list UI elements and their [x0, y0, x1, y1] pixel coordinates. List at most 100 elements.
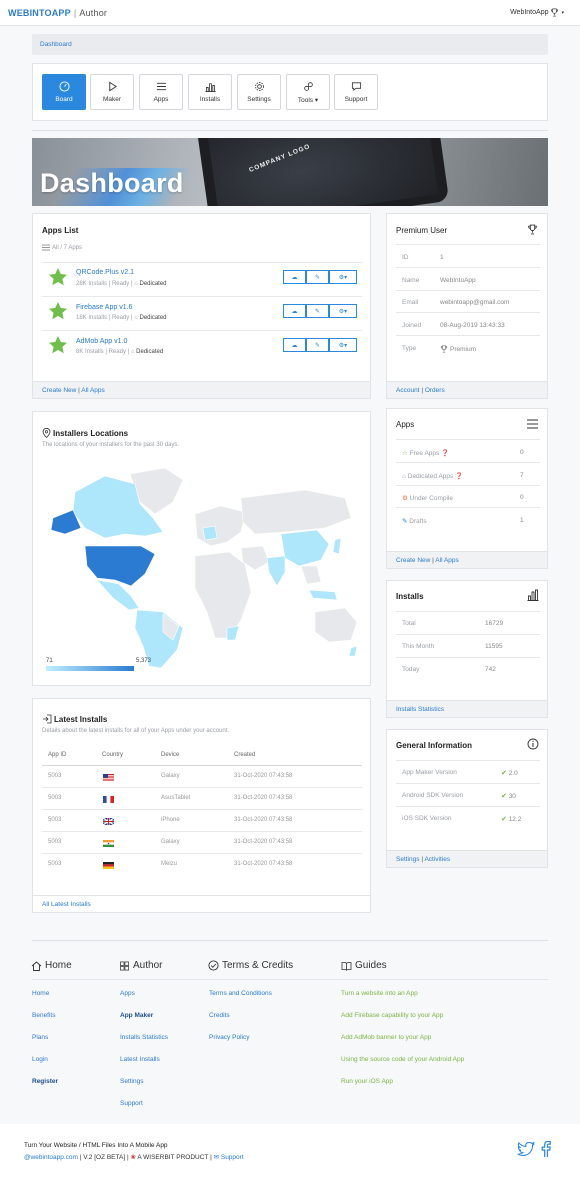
download-button[interactable]: ☁: [283, 270, 306, 284]
nav-maker-label: Maker: [102, 96, 122, 103]
twitter-icon[interactable]: [517, 1142, 535, 1157]
app-name-link[interactable]: Firebase App v1.6: [76, 304, 132, 311]
activities-link[interactable]: Activities: [424, 856, 450, 863]
edit-button[interactable]: ✎: [306, 270, 329, 284]
world-map[interactable]: [45, 462, 363, 670]
all-apps-link[interactable]: All Apps: [435, 557, 459, 564]
all-latest-installs-link[interactable]: All Latest Installs: [42, 901, 91, 908]
footer-link-credits[interactable]: Credits: [209, 1012, 230, 1019]
edit-button[interactable]: ✎: [306, 338, 329, 352]
nav-settings-button[interactable]: Settings: [237, 74, 281, 110]
footer-link-plans[interactable]: Plans: [32, 1034, 48, 1041]
footer-link-benefits[interactable]: Benefits: [32, 1012, 56, 1019]
footer-link-home[interactable]: Home: [32, 990, 49, 997]
breadcrumb[interactable]: Dashboard: [32, 34, 548, 55]
cog-icon: ⚙: [402, 495, 408, 502]
premium-name-label: Name: [402, 277, 420, 284]
footer-link-apps[interactable]: Apps: [120, 990, 135, 997]
footer-link-register[interactable]: Register: [32, 1078, 58, 1085]
app-installs: 8K Installs: [76, 349, 104, 355]
premium-id-label: ID: [402, 254, 409, 261]
nav-apps-button[interactable]: Apps: [139, 74, 183, 110]
footer-terms-title: Terms & Credits: [222, 960, 294, 971]
app-name-link[interactable]: QRCode.Plus v2.1: [76, 269, 134, 276]
footer-link-installs-statistics[interactable]: Installs Statistics: [120, 1034, 168, 1041]
footer-link-app-maker[interactable]: App Maker: [120, 1012, 153, 1019]
apps-filter[interactable]: All / 7 Apps: [42, 244, 82, 251]
footer-link-login[interactable]: Login: [32, 1056, 48, 1063]
settings-link[interactable]: Settings: [396, 856, 420, 863]
apps-filter-label[interactable]: All / 7 Apps: [52, 245, 82, 251]
account-link[interactable]: Account: [396, 387, 420, 394]
breadcrumb-dashboard[interactable]: Dashboard: [40, 41, 72, 48]
footer-link-latest-installs[interactable]: Latest Installs: [120, 1056, 160, 1063]
guide-link-source-code[interactable]: Using the source code of your Android Ap…: [341, 1056, 464, 1063]
download-button[interactable]: ☁: [283, 338, 306, 352]
row-app-id: 5003: [48, 839, 62, 845]
link-icon: [303, 82, 313, 91]
nav-support-label: Support: [344, 96, 368, 103]
row-device: AsusTablet: [161, 795, 191, 801]
nav-installs-button[interactable]: Installs: [188, 74, 232, 110]
installs-footer: Installs Statistics: [387, 700, 547, 717]
create-new-link[interactable]: Create New: [396, 557, 430, 564]
guide-link-ios[interactable]: Run your iOS App: [341, 1078, 393, 1085]
latest-installs-footer: All Latest Installs: [33, 895, 370, 912]
help-icon: ❓: [441, 450, 450, 457]
chevron-down-icon: ▾: [561, 9, 564, 16]
footer-support-text[interactable]: Support: [221, 1154, 244, 1161]
app-actions: ☁ ✎ ⚙▾: [283, 270, 357, 284]
menu-icon[interactable]: [527, 419, 538, 429]
row-device: Meizu: [161, 861, 178, 867]
android-sdk-version-value: ✔ 30: [501, 792, 516, 800]
facebook-icon[interactable]: [541, 1141, 551, 1158]
guide-link-firebase[interactable]: Add Firebase capability to your App: [341, 1012, 443, 1019]
drafts-text: Drafts: [409, 518, 427, 525]
settings-dropdown[interactable]: ⚙▾: [329, 304, 357, 318]
bar-chart-icon: [527, 589, 539, 601]
dedicated-apps-text: Dedicated Apps: [407, 473, 454, 480]
footer-link-terms[interactable]: Terms and Conditions: [209, 990, 272, 997]
brand-logo[interactable]: WEBINTOAPP | Author: [8, 8, 107, 18]
guide-link-admob[interactable]: Add AdMob banner to your App: [341, 1034, 431, 1041]
check-circle-icon: ✔: [501, 816, 507, 823]
wiserbit-icon: ❀: [130, 1154, 136, 1161]
footer-tagline: Turn Your Website / HTML Files Into A Mo…: [24, 1142, 168, 1149]
orders-link[interactable]: Orders: [425, 387, 445, 394]
trophy-icon: [440, 345, 448, 353]
edit-button[interactable]: ✎: [306, 304, 329, 318]
nav-settings-label: Settings: [247, 96, 271, 103]
hero-banner: COMPANY LOGO Dashboard: [32, 138, 548, 206]
all-apps-link[interactable]: All Apps: [81, 387, 105, 394]
user-name[interactable]: WebIntoApp: [510, 9, 548, 16]
latest-installs-card: Latest Installs Details about the latest…: [32, 698, 371, 913]
create-new-link[interactable]: Create New: [42, 387, 76, 394]
footer-link-privacy[interactable]: Privacy Policy: [209, 1034, 249, 1041]
row-app-id: 5003: [48, 817, 62, 823]
map-pin-icon: [42, 428, 51, 438]
gb-flag-icon: [103, 818, 114, 825]
footer-link-support[interactable]: Support: [120, 1100, 143, 1107]
download-button[interactable]: ☁: [283, 304, 306, 318]
footer-site-link[interactable]: @webintoapp.com: [24, 1154, 78, 1161]
brand-name[interactable]: WEBINTOAPP: [8, 8, 71, 18]
nav-support-button[interactable]: Support: [334, 74, 378, 110]
nav-maker-button[interactable]: Maker: [90, 74, 134, 110]
user-menu[interactable]: WebIntoApp ▾: [510, 8, 564, 17]
nav-tools-dropdown[interactable]: Tools ▾: [286, 74, 330, 110]
footer-support-link[interactable]: ✉ Support: [214, 1154, 244, 1161]
col-country: Country: [102, 752, 124, 758]
star-icon: [49, 302, 67, 320]
bottom-bar: [0, 1124, 580, 1200]
installs-statistics-link[interactable]: Installs Statistics: [396, 706, 444, 713]
app-name-link[interactable]: AdMob App v1.0: [76, 338, 127, 345]
dedicated-apps-value: 7: [520, 472, 524, 479]
nav-board-button[interactable]: Board: [42, 74, 86, 110]
footer-link-settings[interactable]: Settings: [120, 1078, 144, 1085]
app-status: Ready: [108, 349, 126, 355]
guide-link-website-to-app[interactable]: Turn a website into an App: [341, 990, 418, 997]
divider: [32, 130, 548, 131]
col-app-id: App ID: [48, 752, 67, 758]
settings-dropdown[interactable]: ⚙▾: [329, 270, 357, 284]
settings-dropdown[interactable]: ⚙▾: [329, 338, 357, 352]
